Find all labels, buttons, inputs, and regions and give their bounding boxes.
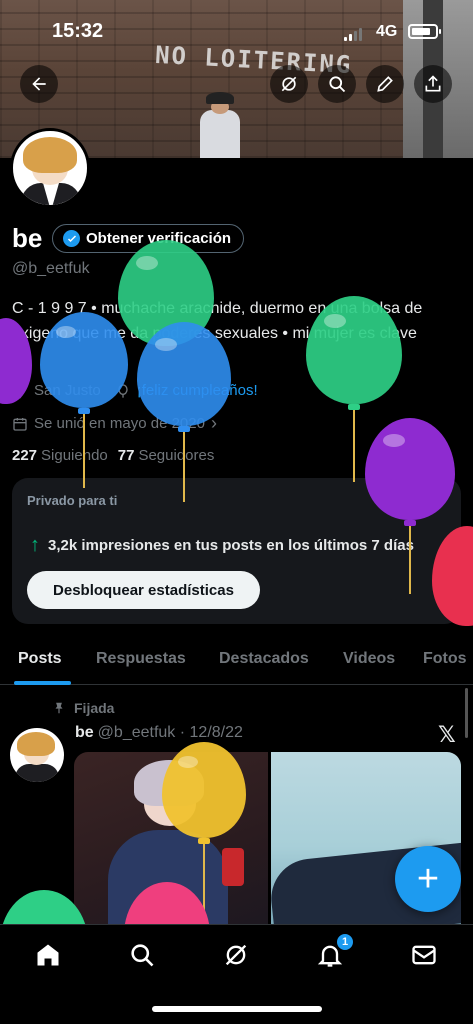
plus-icon: +	[416, 857, 440, 900]
back-button[interactable]	[20, 65, 58, 103]
grok-button[interactable]	[270, 65, 308, 103]
impressions-stat: ↑ 3,2k impresiones en tus posts en los ú…	[30, 534, 414, 557]
profile-name: be	[12, 223, 43, 253]
post-avatar[interactable]	[10, 728, 64, 782]
network-label: 4G	[376, 23, 398, 40]
home-indicator[interactable]	[152, 1006, 322, 1012]
home-icon	[37, 944, 59, 966]
home-nav-button[interactable]	[32, 939, 64, 971]
pencil-icon	[377, 76, 393, 92]
balloon-purple-left	[0, 318, 32, 408]
status-time: 15:32	[52, 20, 104, 42]
search-icon	[131, 944, 154, 967]
tab-replies[interactable]: Respuestas	[96, 650, 186, 668]
post-header: be @b_eetfuk · 12/8/22	[75, 724, 243, 742]
search-icon	[329, 76, 346, 93]
battery-icon	[408, 24, 441, 39]
x-logo-icon: 𝕏	[438, 722, 456, 747]
verified-badge-icon	[63, 230, 80, 247]
impressions-text: 3,2k impresiones en tus posts en los últ…	[48, 537, 414, 554]
balloon-pink	[124, 882, 210, 924]
balloon-blue-2	[137, 322, 233, 502]
notification-count-badge: 1	[336, 933, 354, 951]
pinned-indicator: Fijada	[52, 700, 114, 716]
profile-avatar[interactable]	[10, 128, 90, 208]
scrollbar[interactable]	[465, 688, 468, 738]
unlock-stats-button[interactable]: Desbloquear estadísticas	[27, 571, 260, 609]
pin-icon	[55, 702, 63, 714]
card-title: Privado para ti	[27, 493, 118, 508]
calendar-icon	[13, 417, 27, 431]
balloon-green-bottom	[0, 890, 88, 924]
tab-posts[interactable]: Posts	[18, 650, 62, 668]
signal-icon	[344, 28, 362, 41]
profile-tabs: Posts Respuestas Destacados Videos Fotos	[0, 640, 473, 685]
envelope-icon	[412, 945, 436, 965]
pinned-label: Fijada	[74, 700, 115, 716]
active-tab-indicator	[14, 681, 71, 685]
balloon-red-right	[432, 526, 473, 636]
compose-button[interactable]: +	[395, 846, 461, 912]
grok-nav-button[interactable]	[220, 939, 252, 971]
post-handle-date: @b_eetfuk · 12/8/22	[97, 724, 243, 741]
share-button[interactable]	[414, 65, 452, 103]
arrow-up-icon: ↑	[30, 534, 40, 556]
grok-icon	[281, 76, 297, 92]
tab-highlights[interactable]: Destacados	[219, 650, 309, 668]
profile-handle: @b_eetfuk	[12, 260, 90, 277]
search-nav-button[interactable]	[126, 939, 158, 971]
balloon-blue-1	[40, 312, 130, 488]
messages-nav-button[interactable]	[408, 939, 440, 971]
post-author[interactable]: be	[75, 724, 94, 741]
arrow-left-icon	[32, 77, 46, 91]
grok-icon	[225, 944, 247, 966]
status-bar: 15:32 4G	[0, 18, 473, 48]
search-button[interactable]	[318, 65, 356, 103]
tab-photos[interactable]: Fotos	[423, 650, 467, 668]
edit-button[interactable]	[366, 65, 404, 103]
banner-figure	[190, 90, 250, 158]
share-icon	[425, 75, 441, 92]
tab-videos[interactable]: Videos	[343, 650, 395, 668]
